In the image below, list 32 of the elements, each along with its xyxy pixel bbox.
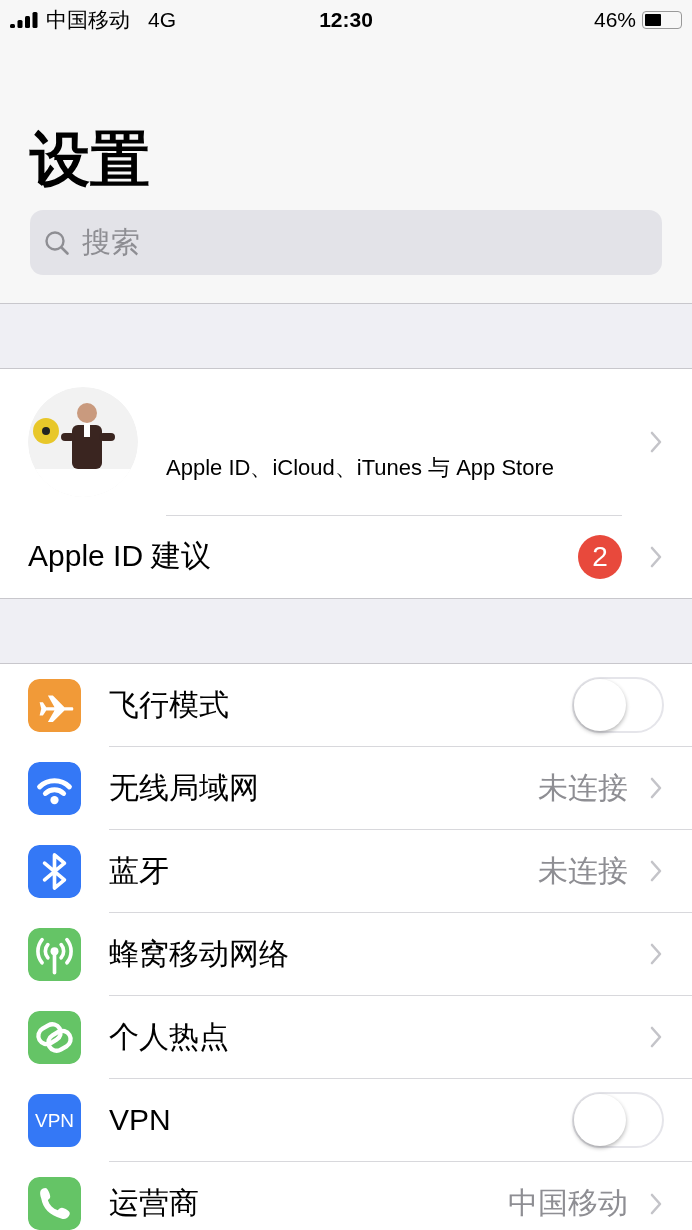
setting-label[interactable]: 飞行模式 bbox=[109, 684, 572, 726]
toggle-switch[interactable] bbox=[572, 1092, 664, 1148]
chevron-icon bbox=[650, 777, 662, 799]
setting-label[interactable]: 运营商 bbox=[109, 1183, 508, 1224]
setting-label[interactable]: 无线局域网 bbox=[109, 767, 538, 809]
battery-percent: 46% bbox=[593, 8, 636, 32]
chevron-icon bbox=[650, 860, 662, 882]
signal-icon bbox=[10, 12, 40, 28]
clock-time: 12:30 bbox=[319, 8, 373, 32]
toggle-switch[interactable] bbox=[572, 677, 664, 733]
suggestion-label[interactable]: Apple ID 建议 bbox=[28, 536, 578, 577]
setting-label[interactable]: VPN bbox=[109, 1103, 572, 1137]
carrier-name: 中国移动 bbox=[46, 7, 130, 33]
search-field[interactable]: 搜索 bbox=[30, 210, 662, 275]
search-icon bbox=[44, 230, 70, 256]
setting-value: 中国移动 bbox=[508, 1185, 628, 1221]
setting-label[interactable]: 蓝牙 bbox=[109, 850, 538, 892]
chevron-icon bbox=[650, 1026, 662, 1048]
page-title: 设置 bbox=[30, 128, 150, 192]
notification-badge: 2 bbox=[578, 534, 622, 579]
battery-icon bbox=[642, 11, 682, 29]
setting-label[interactable]: 个人热点 bbox=[109, 1016, 650, 1058]
setting-value: 未连接 bbox=[538, 852, 628, 889]
chevron-icon bbox=[650, 545, 662, 568]
setting-label[interactable]: 蜂窝移动网络 bbox=[109, 933, 650, 975]
chevron-icon bbox=[650, 943, 662, 965]
network-type: 4G bbox=[148, 8, 176, 32]
vpn-icon: VPN bbox=[28, 1094, 81, 1147]
chevron-icon bbox=[650, 1192, 662, 1215]
account-subtitle: Apple ID、iCloud、iTunes 与 App Store bbox=[166, 453, 556, 482]
setting-value: 未连接 bbox=[538, 769, 628, 806]
chevron-icon bbox=[650, 431, 662, 453]
